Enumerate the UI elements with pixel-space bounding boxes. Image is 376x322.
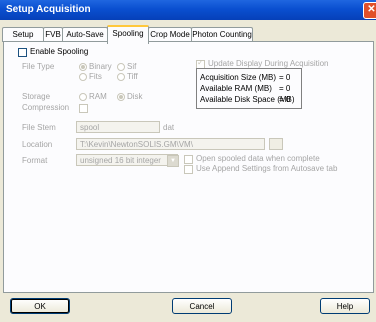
enable-spooling-label: Enable Spooling (30, 47, 89, 56)
file-type-label: File Type (22, 62, 55, 71)
chevron-down-icon[interactable]: ▼ (167, 155, 179, 167)
acquisition-info-box: Acquisition Size (MB) = 0 Available RAM … (196, 68, 302, 109)
location-label: Location (22, 140, 53, 149)
available-ram-label: Available RAM (MB) (200, 84, 272, 93)
available-ram-value: = 0 (279, 84, 291, 93)
storage-ram-radio[interactable] (79, 93, 87, 101)
tab-fvb[interactable]: FVB (43, 27, 63, 42)
update-display-label: Update Display During Acquisition (208, 59, 329, 68)
file-stem-label: File Stem (22, 123, 56, 132)
file-stem-input[interactable]: spool (76, 121, 160, 133)
file-type-binary-radio[interactable] (79, 63, 87, 71)
window-title: Setup Acquisition (6, 4, 91, 15)
file-type-tiff-radio[interactable] (117, 73, 125, 81)
append-settings-checkbox[interactable] (184, 165, 193, 174)
compression-checkbox[interactable] (79, 104, 88, 113)
storage-disk-radio[interactable] (117, 93, 125, 101)
help-button[interactable]: Help (320, 298, 370, 314)
append-settings-label: Use Append Settings from Autosave tab (196, 164, 338, 173)
acquisition-size-value: = 0 (279, 73, 291, 82)
enable-spooling-checkbox[interactable] (18, 48, 27, 57)
file-type-binary-label: Binary (89, 62, 112, 71)
file-type-fits-label: Fits (89, 72, 102, 81)
cancel-button[interactable]: Cancel (172, 298, 232, 314)
file-type-fits-radio[interactable] (79, 73, 87, 81)
storage-disk-label: Disk (127, 92, 143, 101)
close-icon[interactable]: ✕ (363, 2, 376, 19)
format-select[interactable]: unsigned 16 bit integer (76, 154, 178, 166)
open-spooled-checkbox[interactable] (184, 155, 193, 164)
tab-setup-ccd[interactable]: Setup CCD (2, 27, 44, 53)
tab-strip: Setup CCD FVB Auto-Save Spooling Crop Mo… (0, 25, 376, 53)
tab-spooling[interactable]: Spooling (107, 25, 149, 44)
tab-auto-save[interactable]: Auto-Save (62, 27, 108, 42)
tab-crop-mode[interactable]: Crop Mode (148, 27, 192, 42)
browse-button[interactable] (269, 138, 283, 150)
title-bar[interactable]: Setup Acquisition ✕ (0, 0, 376, 20)
compression-label: Compression (22, 103, 70, 112)
setup-acquisition-window: Setup Acquisition ✕ Setup CCD FVB Auto-S… (0, 0, 376, 322)
acquisition-size-label: Acquisition Size (MB) (200, 73, 277, 82)
open-spooled-label: Open spooled data when complete (196, 154, 320, 163)
file-type-sif-label: Sif (127, 62, 137, 71)
available-disk-value: = 0 (279, 95, 291, 104)
storage-ram-label: RAM (89, 92, 107, 101)
ok-button[interactable]: OK (10, 298, 70, 314)
format-label: Format (22, 156, 48, 165)
file-extension-label: dat (163, 123, 175, 132)
tab-photon-counting[interactable]: Photon Counting (191, 27, 253, 42)
file-type-sif-radio[interactable] (117, 63, 125, 71)
storage-label: Storage (22, 92, 51, 101)
file-type-tiff-label: Tiff (127, 72, 138, 81)
location-input[interactable]: T:\Kevin\NewtonSOLIS.GM\VM\ (76, 138, 265, 150)
